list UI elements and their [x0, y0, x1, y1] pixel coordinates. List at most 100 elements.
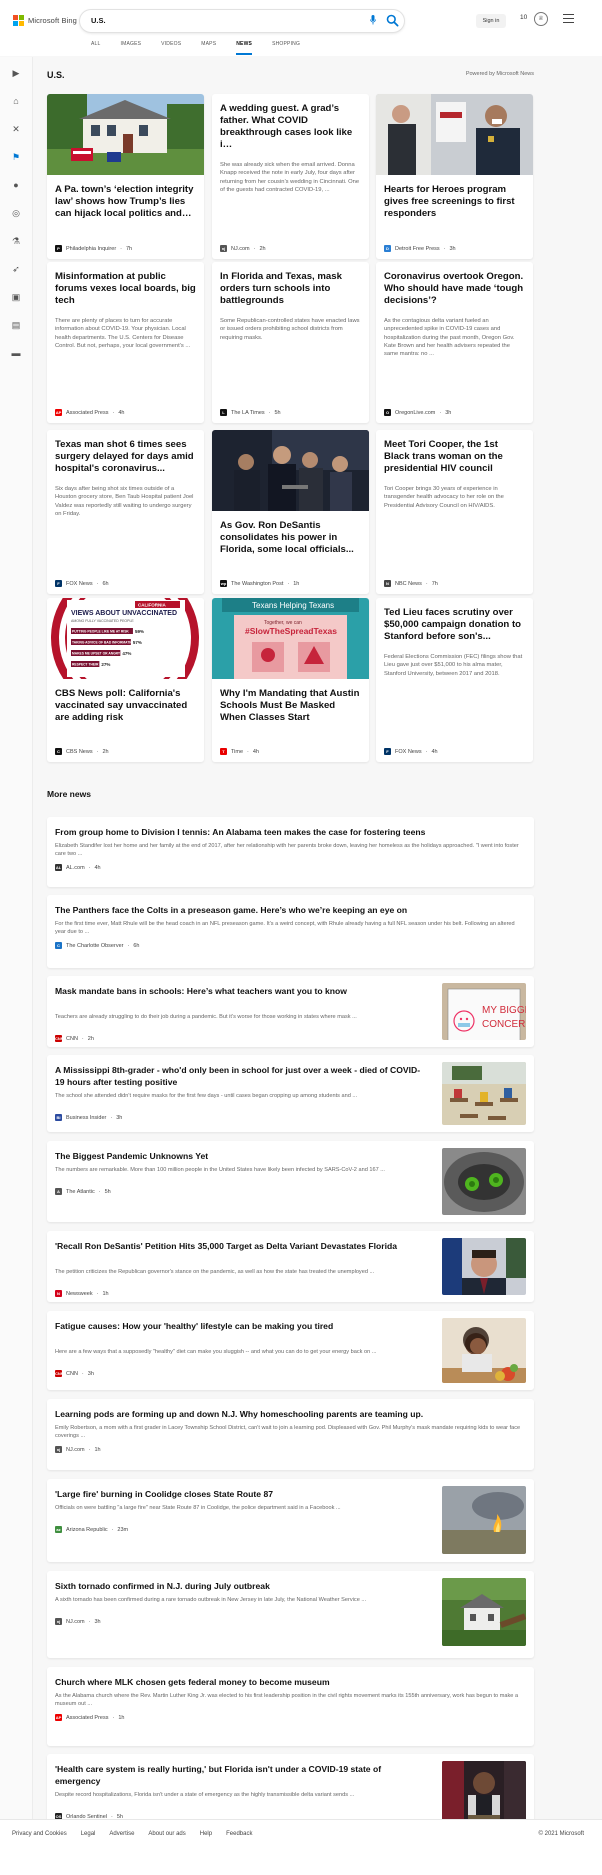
flag-icon[interactable]: ⚑: [11, 152, 21, 162]
news-card-title[interactable]: Texas man shot 6 times sees surgery dela…: [55, 439, 196, 475]
more-news-image[interactable]: [442, 1486, 526, 1554]
globe-icon[interactable]: ◎: [11, 208, 21, 218]
news-card[interactable]: Misinformation at public forums vexes lo…: [47, 262, 204, 423]
news-card-title[interactable]: In Florida and Texas, mask orders turn s…: [220, 271, 361, 307]
news-card-source[interactable]: D Detroit Free Press · 3h: [384, 245, 456, 252]
news-card-title[interactable]: Hearts for Heroes program gives free scr…: [384, 184, 525, 220]
pin-icon[interactable]: ●: [11, 180, 21, 190]
more-news-source[interactable]: AL AL.com · 4h: [55, 864, 101, 871]
more-news-item[interactable]: The Panthers face the Colts in a preseas…: [47, 895, 534, 968]
news-card[interactable]: CALIFORNIA VIEWS ABOUT UNVACCINATED AMONG …: [47, 598, 204, 762]
news-card-image[interactable]: [212, 430, 369, 511]
more-news-source[interactable]: CNN CNN · 3h: [55, 1370, 94, 1377]
rewards-count[interactable]: 10: [520, 14, 527, 21]
news-card[interactable]: Texas man shot 6 times sees surgery dela…: [47, 430, 204, 594]
more-news-image[interactable]: [442, 1578, 526, 1646]
more-news-title[interactable]: 'Large fire' burning in Coolidge closes …: [55, 1488, 425, 1500]
bing-logo[interactable]: Microsoft Bing: [13, 15, 77, 26]
more-news-title[interactable]: Mask mandate bans in schools: Here’s wha…: [55, 985, 425, 997]
news-card[interactable]: Coronavirus overtook Oregon. Who should …: [376, 262, 533, 423]
more-news-item[interactable]: 'Recall Ron DeSantis' Petition Hits 35,0…: [47, 1231, 534, 1302]
more-news-title[interactable]: From group home to Division I tennis: An…: [55, 826, 525, 838]
more-news-source[interactable]: A The Atlantic · 5h: [55, 1188, 111, 1195]
money-icon[interactable]: ▬: [11, 348, 21, 358]
footer-link[interactable]: Feedback: [226, 1831, 252, 1837]
more-news-image[interactable]: [442, 1238, 526, 1295]
news-card-source[interactable]: L The LA Times · 5h: [220, 409, 281, 416]
footer-link[interactable]: Privacy and Cookies: [12, 1831, 67, 1837]
news-card-source[interactable]: AP Associated Press · 4h: [55, 409, 124, 416]
news-card-title[interactable]: Ted Lieu faces scrutiny over $50,000 cam…: [384, 607, 525, 643]
science-icon[interactable]: ⚗: [11, 236, 21, 246]
powered-by-label[interactable]: Powered by Microsoft News: [466, 71, 534, 77]
more-news-title[interactable]: Church where MLK chosen gets federal mon…: [55, 1676, 525, 1688]
more-news-item[interactable]: 'Large fire' burning in Coolidge closes …: [47, 1479, 534, 1562]
news-card-title[interactable]: Meet Tori Cooper, the 1st Black trans wo…: [384, 439, 525, 475]
more-news-item[interactable]: Church where MLK chosen gets federal mon…: [47, 1667, 534, 1746]
news-card-source[interactable]: nj NJ.com · 2h: [220, 245, 266, 252]
tab-videos[interactable]: VIDEOS: [161, 41, 181, 55]
news-card[interactable]: Texans Helping Texans Together, we can #Sl…: [212, 598, 369, 762]
more-news-image[interactable]: MY BIGGEST CONCERN: [442, 983, 526, 1040]
more-news-source[interactable]: BI Business Insider · 3h: [55, 1114, 122, 1121]
sign-in-button[interactable]: Sign in: [476, 14, 506, 28]
more-news-title[interactable]: Learning pods are forming up and down N.…: [55, 1408, 525, 1420]
tab-shopping[interactable]: SHOPPING: [272, 41, 300, 55]
briefcase-icon[interactable]: ▤: [11, 320, 21, 330]
more-news-title[interactable]: 'Health care system is really hurting,' …: [55, 1763, 425, 1787]
news-card-image[interactable]: [47, 94, 204, 175]
news-card[interactable]: Hearts for Heroes program gives free scr…: [376, 94, 533, 259]
search-input[interactable]: U.S.: [91, 16, 106, 25]
more-news-source[interactable]: C The Charlotte Observer · 6h: [55, 942, 139, 949]
news-card[interactable]: A Pa. town’s ‘election integrity law’ sh…: [47, 94, 204, 259]
more-news-title[interactable]: The Biggest Pandemic Unknowns Yet: [55, 1150, 425, 1162]
tab-images[interactable]: IMAGES: [121, 41, 142, 55]
more-news-item[interactable]: Learning pods are forming up and down N.…: [47, 1399, 534, 1470]
more-news-item[interactable]: From group home to Division I tennis: An…: [47, 817, 534, 887]
more-news-item[interactable]: Mask mandate bans in schools: Here’s wha…: [47, 976, 534, 1047]
more-news-image[interactable]: [442, 1148, 526, 1215]
news-card[interactable]: Meet Tori Cooper, the 1st Black trans wo…: [376, 430, 533, 594]
news-card-source[interactable]: N NBC News · 7h: [384, 580, 438, 587]
entertainment-icon[interactable]: ▣: [11, 292, 21, 302]
more-news-source[interactable]: AP Associated Press · 1h: [55, 1714, 124, 1721]
tab-all[interactable]: ALL: [91, 41, 101, 55]
news-card-image[interactable]: Texans Helping Texans Together, we can #Sl…: [212, 598, 369, 679]
more-news-title[interactable]: A Mississippi 8th-grader - who'd only be…: [55, 1064, 425, 1088]
more-news-title[interactable]: The Panthers face the Colts in a preseas…: [55, 904, 525, 916]
more-news-item[interactable]: The Biggest Pandemic Unknowns Yet The num…: [47, 1141, 534, 1222]
more-news-image[interactable]: [442, 1318, 526, 1383]
news-card-title[interactable]: Misinformation at public forums vexes lo…: [55, 271, 196, 307]
news-card-source[interactable]: T Time · 4h: [220, 748, 259, 755]
news-card[interactable]: As Gov. Ron DeSantis consolidates his po…: [212, 430, 369, 594]
more-news-source[interactable]: nj NJ.com · 1h: [55, 1446, 101, 1453]
search-icon[interactable]: [386, 14, 399, 27]
footer-link[interactable]: About our ads: [148, 1831, 185, 1837]
more-news-title[interactable]: Sixth tornado confirmed in N.J. during J…: [55, 1580, 425, 1592]
more-news-source[interactable]: N Newsweek · 1h: [55, 1290, 109, 1297]
news-card-title[interactable]: A Pa. town’s ‘election integrity law’ sh…: [55, 184, 196, 220]
news-card[interactable]: Ted Lieu faces scrutiny over $50,000 cam…: [376, 598, 533, 762]
search-box[interactable]: U.S.: [80, 10, 404, 32]
news-card-source[interactable]: F FOX News · 6h: [55, 580, 109, 587]
more-news-item[interactable]: A Mississippi 8th-grader - who'd only be…: [47, 1055, 534, 1132]
tab-maps[interactable]: MAPS: [201, 41, 216, 55]
news-card-title[interactable]: A wedding guest. A grad’s father. What C…: [220, 103, 361, 151]
news-card-source[interactable]: C CBS News · 2h: [55, 748, 109, 755]
rocket-icon[interactable]: ➶: [11, 264, 21, 274]
sports-icon[interactable]: ✕: [11, 124, 21, 134]
news-card-title[interactable]: CBS News poll: California's vaccinated s…: [55, 688, 196, 724]
news-card-title[interactable]: Why I'm Mandating that Austin Schools Mu…: [220, 688, 361, 724]
news-card[interactable]: A wedding guest. A grad’s father. What C…: [212, 94, 369, 259]
news-card-source[interactable]: wp The Washington Post · 1h: [220, 580, 299, 587]
more-news-item[interactable]: Sixth tornado confirmed in N.J. during J…: [47, 1571, 534, 1658]
more-news-source[interactable]: CNN CNN · 2h: [55, 1035, 94, 1042]
news-card-image[interactable]: [376, 94, 533, 175]
news-card-source[interactable]: O OregonLive.com · 3h: [384, 409, 451, 416]
footer-link[interactable]: Help: [200, 1831, 212, 1837]
footer-link[interactable]: Advertise: [109, 1831, 134, 1837]
more-news-title[interactable]: Fatigue causes: How your 'healthy' lifes…: [55, 1320, 425, 1332]
more-news-title[interactable]: 'Recall Ron DeSantis' Petition Hits 35,0…: [55, 1240, 425, 1252]
more-news-source[interactable]: nj NJ.com · 3h: [55, 1618, 101, 1625]
news-card-image[interactable]: CALIFORNIA VIEWS ABOUT UNVACCINATED AMONG …: [47, 598, 204, 679]
